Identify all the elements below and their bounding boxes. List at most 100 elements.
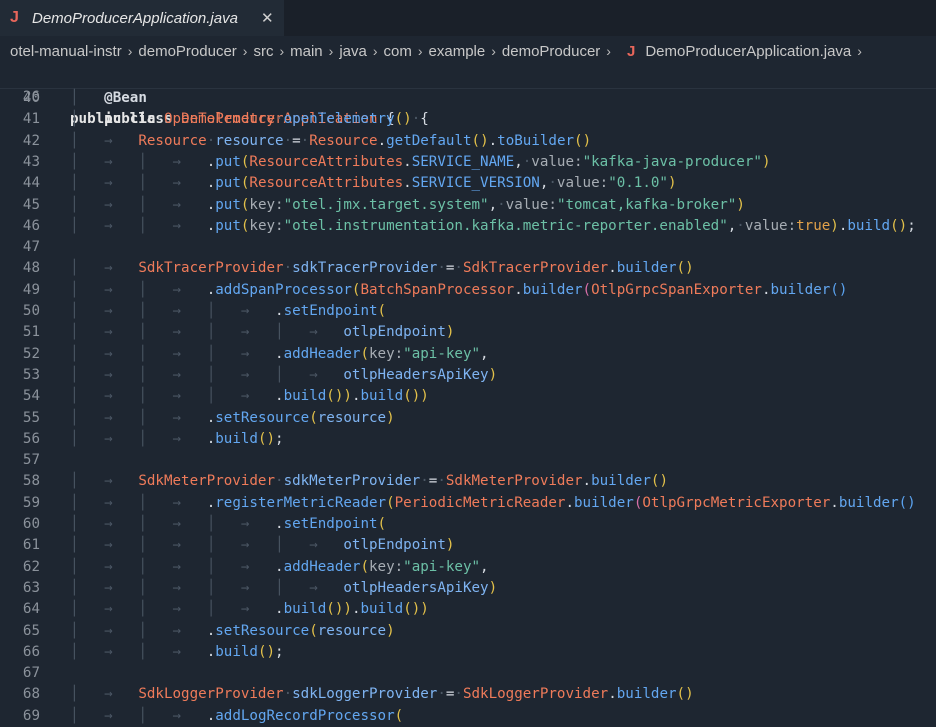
code-line[interactable]: 69 │ → │ → .addLogRecordProcessor( xyxy=(0,706,936,727)
editor-tab[interactable]: J DemoProducerApplication.java ✕ xyxy=(0,0,284,36)
code-text: │ → SdkMeterProvider·sdkMeterProvider·=·… xyxy=(70,473,668,490)
code-line[interactable]: 42 │ → Resource·resource·=·Resource.getDe… xyxy=(0,131,936,152)
breadcrumb-item[interactable]: demoProducer xyxy=(502,43,600,60)
line-number: 65 xyxy=(22,622,40,639)
line-number: 52 xyxy=(22,345,40,362)
code-line[interactable]: 68 │ → SdkLoggerProvider·sdkLoggerProvide… xyxy=(0,684,936,705)
line-number: 41 xyxy=(22,111,40,128)
line-number: 40 xyxy=(22,90,40,106)
code-line[interactable]: 50 │ → │ → │ → .setEndpoint( xyxy=(0,301,936,322)
code-line[interactable]: 59 │ → │ → .registerMetricReader(Periodic… xyxy=(0,493,936,514)
chevron-right-icon: › xyxy=(372,43,378,59)
code-line[interactable]: 67 xyxy=(0,663,936,684)
line-number: 42 xyxy=(22,132,40,149)
code-line[interactable]: 61 │ → │ → │ → │ → otlpEndpoint) xyxy=(0,535,936,556)
breadcrumb-item[interactable]: main xyxy=(290,43,323,60)
code-text: │ → │ → .setResource(resource) xyxy=(70,622,395,639)
line-number: 62 xyxy=(22,558,40,575)
breadcrumb: otel-manual-instr › demoProducer › src › main ›… xyxy=(0,38,936,64)
close-icon[interactable]: ✕ xyxy=(261,9,274,27)
line-number: 63 xyxy=(22,579,40,596)
code-line[interactable]: 41 │ public·OpenTelemetry·openTelemetry()… xyxy=(0,109,936,130)
breadcrumb-item[interactable]: example xyxy=(429,43,486,60)
code-line[interactable]: 58 │ → SdkMeterProvider·sdkMeterProvider·… xyxy=(0,471,936,492)
line-number: 54 xyxy=(22,388,40,405)
line-number: 50 xyxy=(22,303,40,319)
code-line[interactable]: 66 │ → │ → .build(); xyxy=(0,642,936,663)
code-line[interactable]: 49 │ → │ → .addSpanProcessor(BatchSpanPro… xyxy=(0,280,936,301)
code-line[interactable]: 62 │ → │ → │ → .addHeader(key:"api-key", xyxy=(0,557,936,578)
line-number: 48 xyxy=(22,260,40,277)
line-number: 60 xyxy=(22,516,40,532)
sticky-scroll-line[interactable]: 26 public class DemoProducerApplication … xyxy=(0,64,936,127)
code-line[interactable]: 44 │ → │ → .put(ResourceAttributes.SERVIC… xyxy=(0,173,936,194)
code-line[interactable]: 57 xyxy=(0,450,936,471)
code-text: │ → │ → │ → .build()).build()) xyxy=(70,601,429,618)
line-number: 57 xyxy=(22,452,40,469)
line-number: 58 xyxy=(22,473,40,490)
line-number: 44 xyxy=(22,175,40,192)
line-number: 61 xyxy=(22,537,40,554)
line-number: 67 xyxy=(22,665,40,682)
java-file-icon: J xyxy=(626,42,636,60)
editor-tab-bar: J DemoProducerApplication.java ✕ xyxy=(0,0,936,36)
tab-title: DemoProducerApplication.java xyxy=(32,9,238,27)
code-text: │ → │ → .addSpanProcessor(BatchSpanProce… xyxy=(70,281,848,298)
code-text: │ → SdkTracerProvider·sdkTracerProvider·… xyxy=(70,260,694,277)
code-text: │ → │ → .build(); xyxy=(70,643,284,660)
line-number: 69 xyxy=(22,707,40,724)
code-line[interactable]: 54 │ → │ → │ → .build()).build()) xyxy=(0,386,936,407)
line-number: 47 xyxy=(22,239,40,256)
code-text: │ → │ → .setResource(resource) xyxy=(70,409,395,426)
code-line[interactable]: 52 │ → │ → │ → .addHeader(key:"api-key", xyxy=(0,344,936,365)
code-text: │ → │ → │ → │ → otlpEndpoint) xyxy=(70,537,455,554)
chevron-right-icon: › xyxy=(328,43,334,59)
code-text: │ → │ → .put(ResourceAttributes.SERVICE_… xyxy=(70,153,771,170)
chevron-right-icon: › xyxy=(417,43,423,59)
code-line[interactable]: 53 │ → │ → │ → │ → otlpHeadersApiKey) xyxy=(0,365,936,386)
code-text: │ public·OpenTelemetry·openTelemetry()·{ xyxy=(70,111,429,128)
code-line[interactable]: 64 │ → │ → │ → .build()).build()) xyxy=(0,599,936,620)
line-number: 49 xyxy=(22,281,40,298)
line-number: 66 xyxy=(22,643,40,660)
java-file-icon: J xyxy=(10,9,19,26)
code-line[interactable]: 63 │ → │ → │ → │ → otlpHeadersApiKey) xyxy=(0,578,936,599)
breadcrumb-item[interactable]: com xyxy=(384,43,412,60)
breadcrumb-item[interactable]: src xyxy=(253,43,273,60)
code-line[interactable]: 47 xyxy=(0,237,936,258)
code-line[interactable]: 40 │ @Bean xyxy=(0,88,936,109)
breadcrumb-file[interactable]: DemoProducerApplication.java xyxy=(645,43,851,60)
code-line[interactable]: 60 │ → │ → │ → .setEndpoint( xyxy=(0,514,936,535)
line-number: 64 xyxy=(22,601,40,618)
code-text: │ → │ → │ → .build()).build()) xyxy=(70,388,429,405)
code-line[interactable]: 43 │ → │ → .put(ResourceAttributes.SERVIC… xyxy=(0,152,936,173)
breadcrumb-item[interactable]: otel-manual-instr xyxy=(10,43,122,60)
code-text: │ → │ → .put(key:"otel.jmx.target.system… xyxy=(70,196,745,213)
code-line[interactable]: 48 │ → SdkTracerProvider·sdkTracerProvide… xyxy=(0,258,936,279)
code-text: │ → │ → .put(ResourceAttributes.SERVICE_… xyxy=(70,175,677,192)
line-number: 45 xyxy=(22,196,40,213)
code-text: │ → │ → .put(key:"otel.instrumentation.k… xyxy=(70,217,916,234)
chevron-right-icon: › xyxy=(491,43,496,59)
code-text: │ → │ → │ → │ → otlpHeadersApiKey) xyxy=(70,579,498,596)
chevron-right-icon: › xyxy=(127,43,133,59)
code-line[interactable]: 65 │ → │ → .setResource(resource) xyxy=(0,621,936,642)
line-number: 56 xyxy=(22,430,40,447)
code-text: │ → Resource·resource·=·Resource.getDefa… xyxy=(70,132,592,149)
code-text: │ → │ → │ → │ → otlpEndpoint) xyxy=(70,324,455,341)
code-line[interactable]: 56 │ → │ → .build(); xyxy=(0,429,936,450)
code-text: │ → │ → .registerMetricReader(PeriodicMe… xyxy=(70,494,916,511)
breadcrumb-item[interactable]: demoProducer xyxy=(138,43,236,60)
code-line[interactable]: 45 │ → │ → .put(key:"otel.jmx.target.syst… xyxy=(0,195,936,216)
line-number: 43 xyxy=(22,153,40,170)
breadcrumb-item[interactable]: java xyxy=(339,43,367,60)
code-text: │ → │ → │ → .addHeader(key:"api-key", xyxy=(70,558,489,575)
line-number: 68 xyxy=(22,686,40,703)
line-number: 51 xyxy=(22,324,40,341)
code-editor[interactable]: 26 public class DemoProducerApplication … xyxy=(0,64,936,726)
code-line[interactable]: 55 │ → │ → .setResource(resource) xyxy=(0,408,936,429)
line-number: 53 xyxy=(22,366,40,383)
code-line[interactable]: 46 │ → │ → .put(key:"otel.instrumentation… xyxy=(0,216,936,237)
code-text: │ → │ → │ → .setEndpoint( xyxy=(70,516,387,532)
code-line[interactable]: 51 │ → │ → │ → │ → otlpEndpoint) xyxy=(0,322,936,343)
